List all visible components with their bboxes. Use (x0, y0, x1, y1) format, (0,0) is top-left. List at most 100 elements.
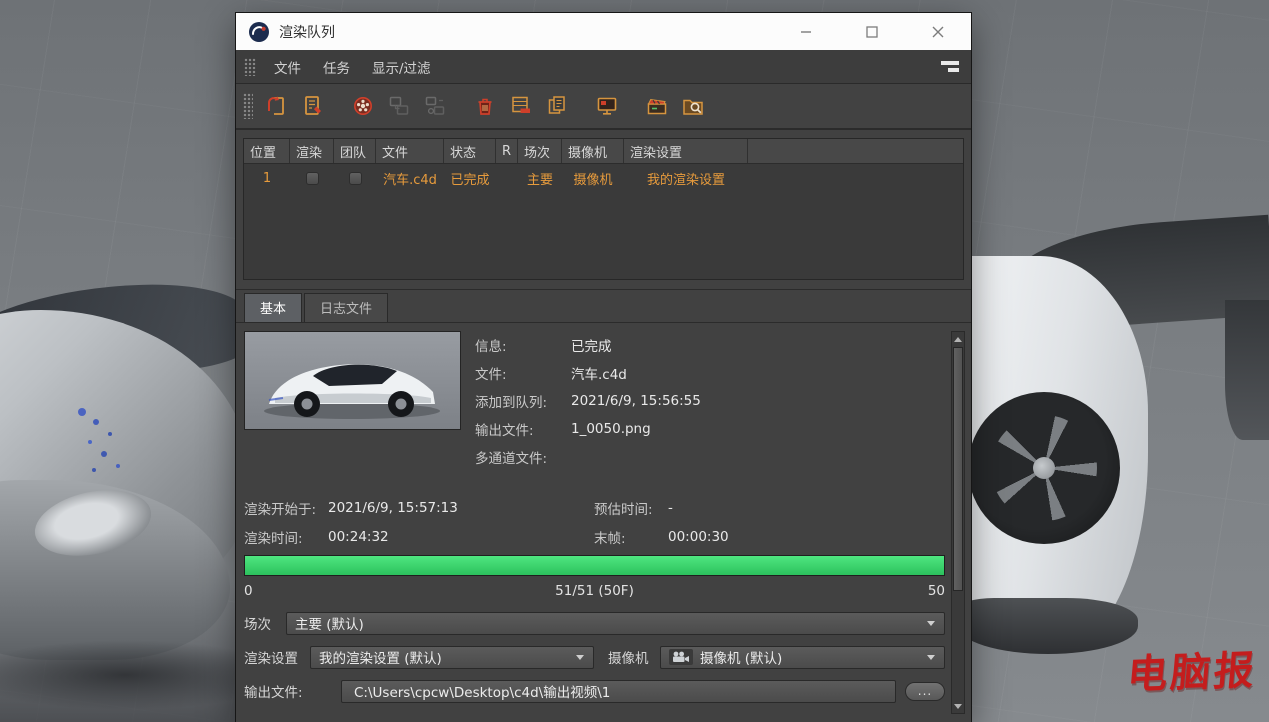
render-checkbox[interactable] (306, 172, 319, 185)
column-take: 场次 (518, 139, 562, 163)
show-image-icon[interactable] (589, 88, 625, 124)
range-end: 50 (711, 583, 945, 599)
window-controls (773, 13, 971, 50)
render-settings-dropdown[interactable]: 我的渲染设置 (默认) (310, 646, 594, 669)
window-titlebar[interactable]: 渲染队列 (236, 13, 971, 50)
scrollbar-thumb[interactable] (953, 347, 963, 591)
car-model-right-sill (958, 598, 1138, 654)
reveal-output-icon[interactable] (675, 88, 711, 124)
team-render-icon (381, 88, 417, 124)
column-filler (748, 139, 963, 163)
details-scrollbar[interactable] (951, 331, 965, 714)
menu-file[interactable]: 文件 (263, 50, 312, 83)
close-button[interactable] (905, 13, 971, 50)
render-queue-icon (248, 21, 270, 43)
tab-log[interactable]: 日志文件 (304, 293, 388, 322)
file-value: 汽车.c4d (571, 363, 627, 383)
row-take: 主要 (518, 169, 562, 188)
output-path-label: 输出文件: (244, 681, 341, 701)
render-stats: 渲染开始于: 2021/6/9, 15:57:13 预估时间: - 渲染时间: … (244, 493, 945, 551)
take-row: 场次 主要 (默认) (244, 611, 945, 635)
info-label: 信息: (475, 335, 571, 355)
open-scene-icon[interactable] (639, 88, 675, 124)
job-info: 信息:已完成 文件:汽车.c4d 添加到队列:2021/6/9, 15:56:5… (475, 331, 945, 471)
file-label: 文件: (475, 363, 571, 383)
added-value: 2021/6/9, 15:56:55 (571, 393, 701, 409)
queue-row[interactable]: 1 汽车.c4d 已完成 主要 摄像机 我的渲染设置 (244, 164, 963, 193)
team-checkbox[interactable] (349, 172, 362, 185)
chevron-down-icon (927, 655, 935, 660)
output-file-value: 1_0050.png (571, 421, 651, 437)
column-render: 渲染 (290, 139, 334, 163)
chevron-down-icon (927, 621, 935, 626)
menu-bar: 文件 任务 显示/过滤 (236, 50, 971, 84)
add-job-icon[interactable] (295, 88, 331, 124)
car-model-left-blue-accents (78, 408, 86, 416)
last-frame-label: 末帧: (594, 527, 668, 547)
frame-range-row: 0 51/51 (50F) 50 (244, 581, 945, 601)
take-value: 主要 (默认) (295, 613, 364, 633)
start-render-icon[interactable] (345, 88, 381, 124)
queue-table-header: 位置 渲染 团队 文件 状态 R 场次 摄像机 渲染设置 (244, 139, 963, 164)
take-dropdown[interactable]: 主要 (默认) (286, 612, 945, 635)
row-position: 1 (244, 171, 290, 186)
added-label: 添加到队列: (475, 391, 571, 411)
render-settings-value: 我的渲染设置 (默认) (319, 647, 442, 667)
tab-basic[interactable]: 基本 (244, 293, 302, 322)
toolbar (236, 84, 971, 130)
row-status: 已完成 (444, 169, 496, 188)
menu-grip-handle[interactable] (244, 58, 256, 76)
team-render-all-icon (417, 88, 453, 124)
window-title: 渲染队列 (279, 22, 335, 42)
render-settings-label: 渲染设置 (244, 647, 310, 667)
row-team-cell (334, 171, 376, 186)
delete-job-icon[interactable] (467, 88, 503, 124)
menu-tasks[interactable]: 任务 (312, 50, 361, 83)
render-progress-fill (245, 556, 944, 575)
minimize-button[interactable] (773, 13, 839, 50)
info-value: 已完成 (571, 335, 612, 355)
last-frame-value: 00:00:30 (668, 529, 729, 545)
multipass-label: 多通道文件: (475, 447, 571, 467)
duplicate-job-icon[interactable] (539, 88, 575, 124)
details-panel: 信息:已完成 文件:汽车.c4d 添加到队列:2021/6/9, 15:56:5… (236, 322, 971, 722)
scroll-down-icon[interactable] (952, 699, 964, 713)
camera-label: 摄像机 (608, 647, 660, 667)
camera-value: 摄像机 (默认) (700, 647, 782, 667)
row-file: 汽车.c4d (376, 169, 444, 188)
column-camera: 摄像机 (562, 139, 624, 163)
range-start: 0 (244, 583, 478, 599)
column-render-settings: 渲染设置 (624, 139, 748, 163)
car-model-right-hubcap (1033, 457, 1055, 479)
remove-all-jobs-icon[interactable] (503, 88, 539, 124)
watermark: 电脑报 (1125, 638, 1260, 700)
maximize-button[interactable] (839, 13, 905, 50)
open-job-icon[interactable] (259, 88, 295, 124)
render-started-label: 渲染开始于: (244, 498, 328, 518)
column-team: 团队 (334, 139, 376, 163)
take-label: 场次 (244, 613, 286, 633)
camera-dropdown[interactable]: 摄像机 (默认) (660, 646, 945, 669)
queue-list-area: 位置 渲染 团队 文件 状态 R 场次 摄像机 渲染设置 1 汽车.c4d 已完… (236, 130, 971, 280)
output-path-field[interactable]: C:\Users\cpcw\Desktop\c4d\输出视频\1 (341, 680, 896, 703)
render-preview-thumbnail (244, 331, 461, 430)
scroll-up-icon[interactable] (952, 332, 964, 346)
output-file-label: 输出文件: (475, 419, 571, 439)
render-started-value: 2021/6/9, 15:57:13 (328, 500, 594, 516)
render-settings-row: 渲染设置 我的渲染设置 (默认) 摄像机 摄像机 (默认) (244, 645, 945, 669)
browse-button[interactable]: ... (905, 682, 945, 701)
camera-icon (669, 649, 693, 665)
render-queue-window: 渲染队列 文件 任务 显示/过滤 (236, 13, 971, 722)
details-section: 基本 日志文件 (236, 289, 971, 722)
range-current: 51/51 (50F) (478, 583, 712, 599)
layout-icon[interactable] (941, 61, 959, 72)
output-file-row: 输出文件: C:\Users\cpcw\Desktop\c4d\输出视频\1 .… (244, 679, 945, 703)
render-progress-bar (244, 555, 945, 576)
details-top-row: 信息:已完成 文件:汽车.c4d 添加到队列:2021/6/9, 15:56:5… (244, 331, 945, 471)
toolbar-grip-handle[interactable] (243, 93, 253, 119)
menu-display-filter[interactable]: 显示/过滤 (361, 50, 442, 83)
row-camera: 摄像机 (562, 169, 624, 188)
render-time-label: 渲染时间: (244, 527, 328, 547)
queue-table: 位置 渲染 团队 文件 状态 R 场次 摄像机 渲染设置 1 汽车.c4d 已完… (243, 138, 964, 280)
column-status: 状态 (444, 139, 496, 163)
